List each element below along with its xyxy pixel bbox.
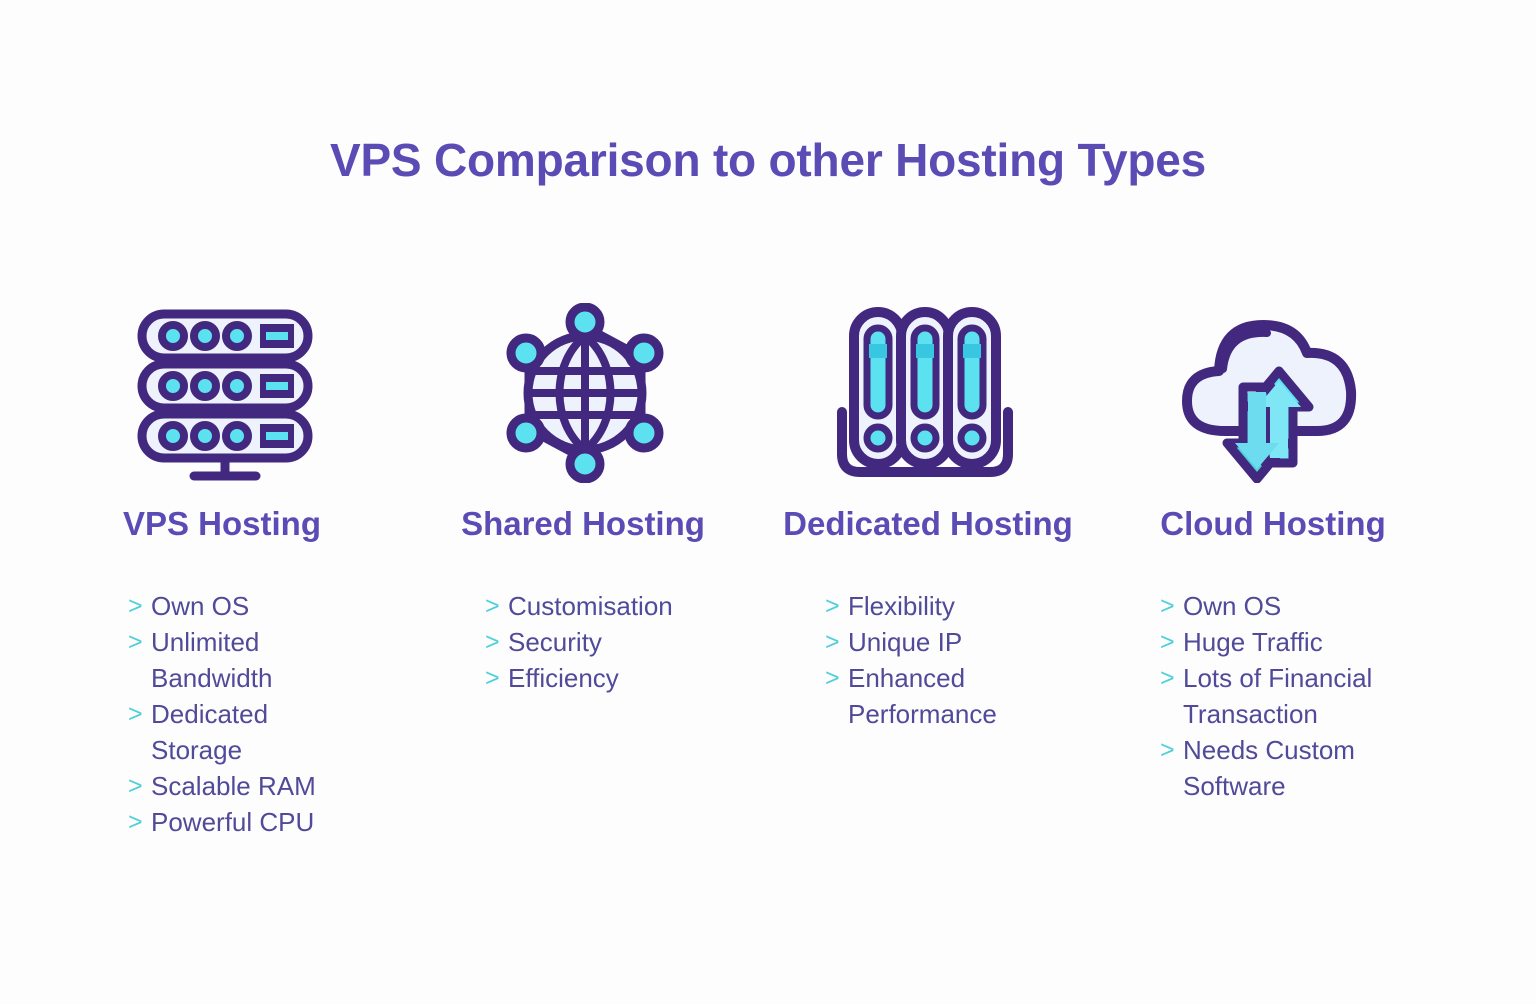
feature-item: > Needs Custom Software: [1160, 732, 1420, 804]
feature-item: > Own OS: [1160, 588, 1420, 624]
icon-container: [1090, 295, 1420, 490]
feature-label: Scalable RAM: [151, 771, 316, 801]
chevron-right-icon: >: [1160, 628, 1175, 656]
icon-container: [60, 295, 390, 490]
chevron-right-icon: >: [485, 628, 500, 656]
card-heading: VPS Hosting: [122, 505, 322, 542]
chevron-right-icon: >: [825, 664, 840, 692]
feature-item: > Scalable RAM: [128, 768, 390, 804]
feature-item: > Enhanced Performance: [825, 660, 1090, 732]
hosting-card-shared: Shared Hosting > Customisation > Security …: [415, 295, 745, 696]
chevron-right-icon: >: [1160, 592, 1175, 620]
cloud-transfer-icon: [1182, 319, 1357, 483]
chevron-right-icon: >: [485, 592, 500, 620]
feature-list: > Customisation > Security > Efficiency: [415, 588, 745, 696]
chevron-right-icon: >: [128, 628, 143, 656]
chevron-right-icon: >: [825, 592, 840, 620]
chevron-right-icon: >: [128, 592, 143, 620]
feature-item: > Unlimited Bandwidth: [128, 624, 390, 696]
feature-item: > Flexibility: [825, 588, 1090, 624]
icon-container: [415, 295, 745, 490]
feature-label: Flexibility: [848, 591, 955, 621]
feature-item: > Security: [485, 624, 745, 660]
feature-item: > Huge Traffic: [1160, 624, 1420, 660]
feature-label: Dedicated Storage: [151, 699, 269, 765]
hosting-card-vps: VPS Hosting > Own OS > Unlimited Bandwidth…: [60, 295, 390, 840]
chevron-right-icon: >: [485, 664, 500, 692]
feature-label: Own OS: [151, 591, 250, 621]
feature-label: Efficiency: [508, 663, 619, 693]
feature-item: > Efficiency: [485, 660, 745, 696]
feature-label: Needs Custom Software: [1183, 735, 1355, 801]
feature-label: Huge Traffic: [1183, 627, 1323, 657]
feature-label: Security: [508, 627, 602, 657]
feature-item: > Customisation: [485, 588, 745, 624]
server-tower-icon: [837, 306, 1013, 477]
card-heading: Cloud Hosting: [1160, 505, 1386, 542]
feature-item: > Own OS: [128, 588, 390, 624]
feature-label: Enhanced Performance: [848, 663, 997, 729]
feature-list: > Own OS > Huge Traffic > Lots of Financial…: [1090, 588, 1420, 804]
feature-label: Powerful CPU: [151, 807, 315, 837]
feature-item: > Powerful CPU: [128, 804, 390, 840]
chevron-right-icon: >: [128, 808, 143, 836]
page-title: VPS Comparison to other Hosting Types: [329, 134, 1207, 186]
network-globe-icon: [506, 302, 664, 483]
chevron-right-icon: >: [128, 700, 143, 728]
feature-item: > Lots of Financial Transaction: [1160, 660, 1420, 732]
hosting-card-cloud: Cloud Hosting > Own OS > Huge Traffic > Lot…: [1090, 295, 1420, 804]
feature-item: > Unique IP: [825, 624, 1090, 660]
card-heading: Dedicated Hosting: [783, 505, 1073, 542]
card-heading: Shared Hosting: [461, 505, 705, 542]
infographic-root: VPS Comparison to other Hosting Types VP…: [0, 0, 1536, 1004]
server-rack-icon: [137, 309, 313, 480]
feature-label: Unique IP: [848, 627, 963, 657]
feature-label: Customisation: [508, 591, 673, 621]
icon-container: [760, 295, 1090, 490]
chevron-right-icon: >: [825, 628, 840, 656]
chevron-right-icon: >: [1160, 736, 1175, 764]
feature-list: > Flexibility > Unique IP > Enhanced Perfor…: [760, 588, 1090, 732]
feature-item: > Dedicated Storage: [128, 696, 390, 768]
chevron-right-icon: >: [128, 772, 143, 800]
feature-list: > Own OS > Unlimited Bandwidth > Dedicated …: [60, 588, 390, 840]
hosting-card-dedicated: Dedicated Hosting > Flexibility > Unique I…: [760, 295, 1090, 732]
feature-label: Lots of Financial Transaction: [1183, 663, 1373, 729]
feature-label: Own OS: [1183, 591, 1282, 621]
chevron-right-icon: >: [1160, 664, 1175, 692]
feature-label: Unlimited Bandwidth: [151, 627, 273, 693]
